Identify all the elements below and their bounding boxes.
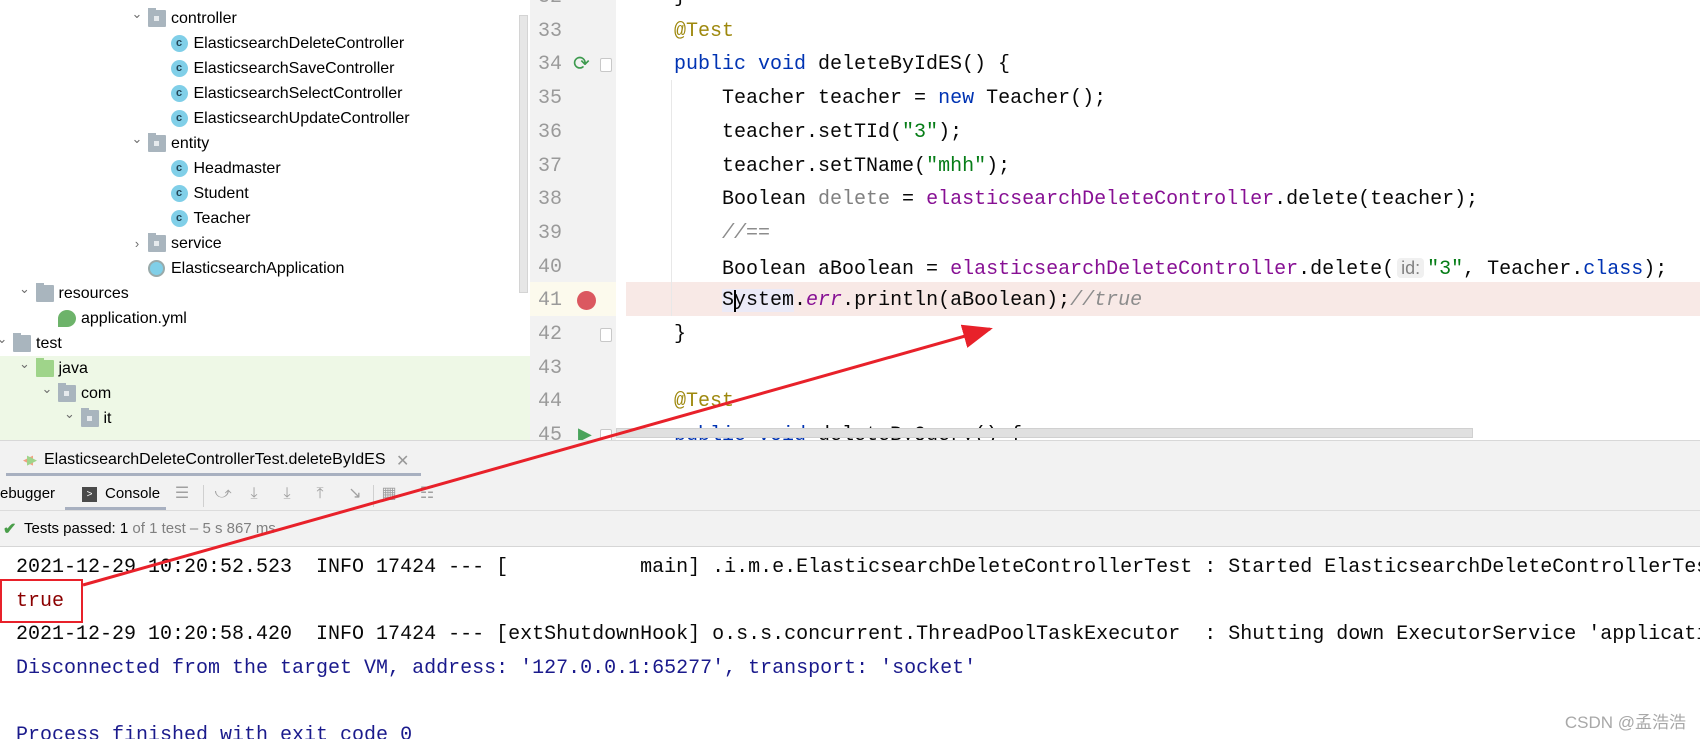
watermark: CSDN @孟浩浩 <box>1564 713 1686 732</box>
annotation-arrow <box>82 324 993 587</box>
